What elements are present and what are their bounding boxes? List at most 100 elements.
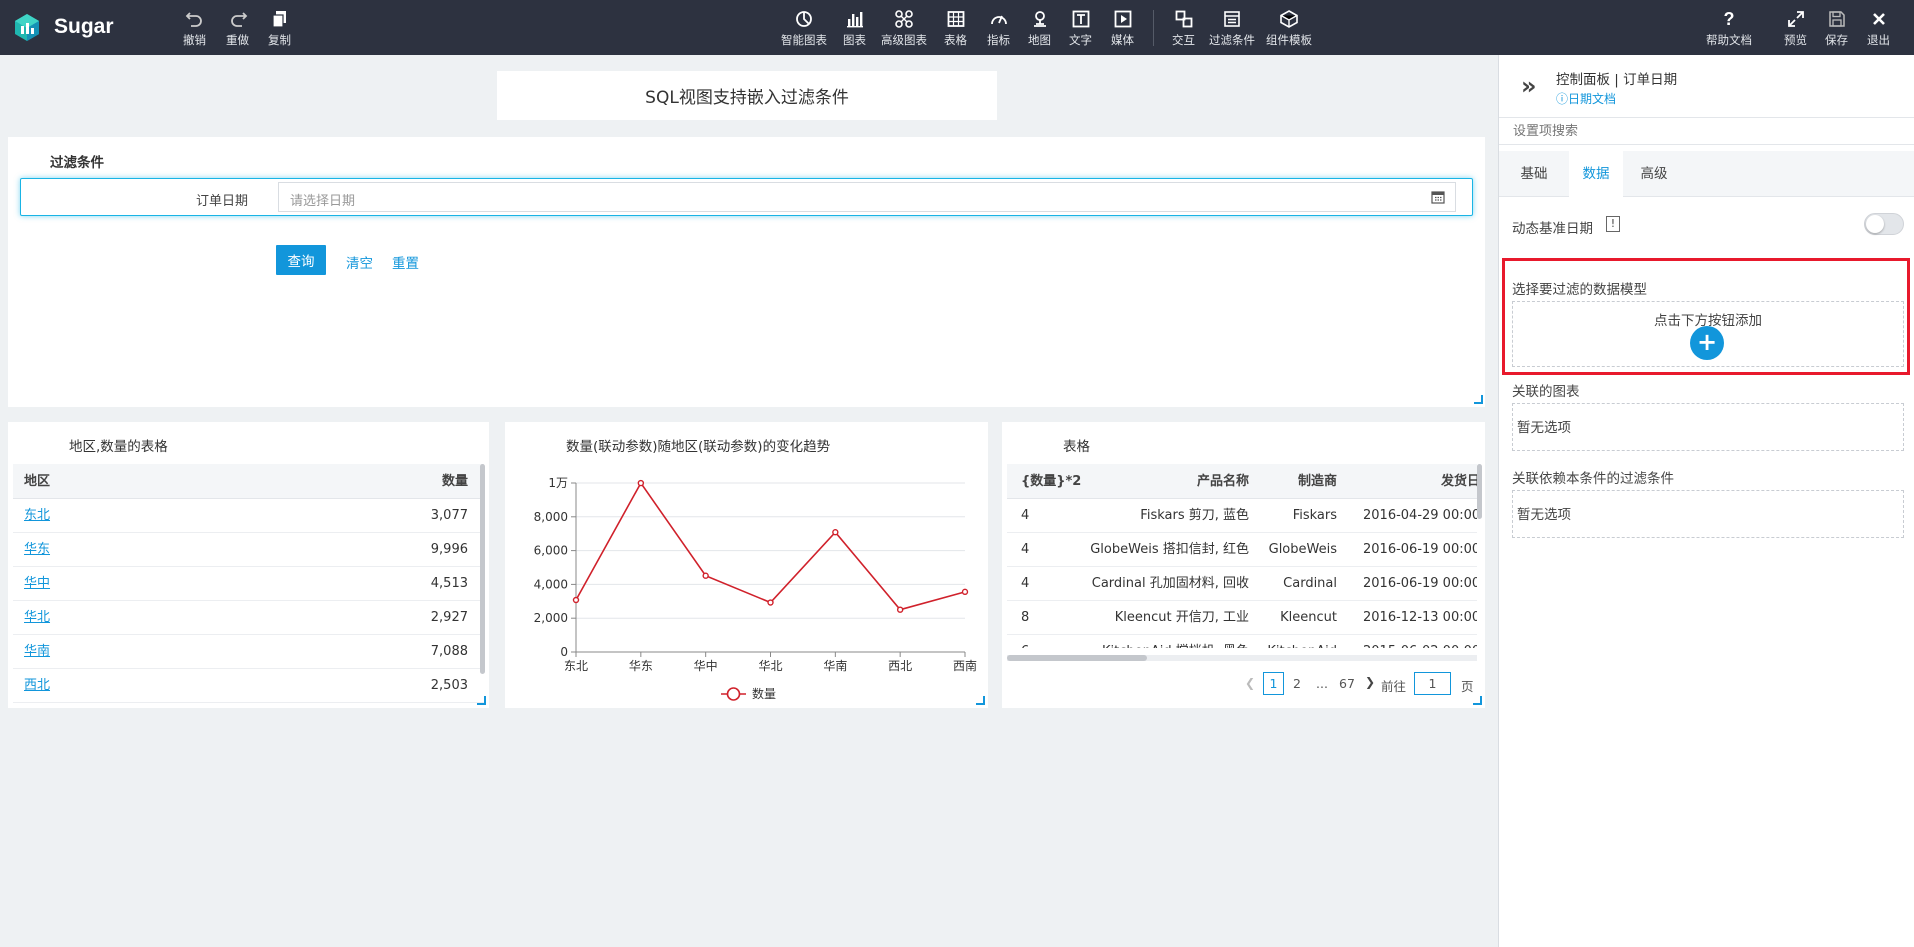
related-charts-empty: 暂无选项 xyxy=(1517,420,1571,436)
data-point xyxy=(896,606,904,613)
smart-chart-icon xyxy=(796,11,812,27)
prev-page-icon[interactable]: ❮ xyxy=(1245,676,1255,690)
region-link[interactable]: 华中 xyxy=(24,567,50,601)
redo-icon xyxy=(230,12,247,27)
top-toolbar: Sugar 撤销 重做 复制 智能图表 图表 高级图表 表格 指标 地图 文字 xyxy=(0,0,1914,55)
dynamic-date-toggle[interactable] xyxy=(1864,213,1904,235)
text-button[interactable]: 文字 xyxy=(1069,9,1092,48)
region-link[interactable]: 西北 xyxy=(24,669,50,703)
undo-button[interactable]: 撤销 xyxy=(183,9,206,48)
qty-cell: 4 xyxy=(1021,576,1030,591)
preview-button[interactable]: 预览 xyxy=(1784,9,1807,48)
dependent-filters-box[interactable]: 暂无选项 xyxy=(1512,490,1904,538)
map-button[interactable]: 地图 xyxy=(1028,9,1051,48)
exit-button[interactable]: 退出 xyxy=(1867,9,1890,48)
horizontal-scrollbar-thumb[interactable] xyxy=(1007,655,1147,661)
date-doc-link[interactable]: ⓘ日期文档 xyxy=(1556,90,1616,107)
x-tick-label: 西北 xyxy=(888,659,912,673)
gauge-icon xyxy=(990,15,1007,25)
advanced-chart-button[interactable]: 高级图表 xyxy=(881,9,927,48)
component-template-button[interactable]: 组件模板 xyxy=(1266,9,1312,48)
product-cell: Cardinal 孔加固材料, 回收 xyxy=(1091,576,1249,591)
qty-cell: 4 xyxy=(1021,508,1030,523)
filter-title: 过滤条件 xyxy=(50,155,104,171)
product-cell: KitchenAid 搅拌机, 黑色 xyxy=(1102,635,1249,648)
column-header[interactable]: 数量 xyxy=(442,464,468,499)
goto-page-input[interactable]: 1 xyxy=(1414,672,1451,695)
sugar-logo-icon xyxy=(15,14,39,41)
dependent-filters-empty: 暂无选项 xyxy=(1517,507,1571,523)
region-quantity-table-card[interactable]: 地区,数量的表格 地区 数量 东北 3,077 华东 9,996 华中 4,51… xyxy=(8,422,489,708)
settings-search[interactable] xyxy=(1499,117,1914,145)
copy-button[interactable]: 复制 xyxy=(268,9,291,48)
save-button[interactable]: 保存 xyxy=(1825,9,1848,48)
template-icon xyxy=(1280,10,1298,28)
media-button[interactable]: 媒体 xyxy=(1111,9,1134,48)
clear-button[interactable]: 清空 xyxy=(346,252,373,272)
detail-table-card[interactable]: 表格 {数量}*2 产品名称 制造商 发货日 4 Fiskars 剪刀, 蓝色 … xyxy=(1002,422,1485,708)
filter-condition-button[interactable]: 过滤条件 xyxy=(1209,9,1255,48)
table-row: 西北 2,503 xyxy=(13,669,484,703)
vertical-scrollbar[interactable] xyxy=(480,464,485,674)
close-icon xyxy=(1872,13,1885,25)
related-charts-box[interactable]: 暂无选项 xyxy=(1512,403,1904,451)
region-link[interactable]: 华南 xyxy=(24,635,50,669)
help-doc-button[interactable]: ? 帮助文档 xyxy=(1706,9,1752,48)
text-icon xyxy=(1072,10,1089,28)
resize-handle[interactable] xyxy=(976,696,985,705)
series-line xyxy=(575,481,966,611)
column-header[interactable]: 发货日 xyxy=(1441,464,1477,499)
table-row: 4 GlobeWeis 搭扣信封, 红色 GlobeWeis 2016-06-1… xyxy=(1007,533,1477,567)
column-header[interactable]: 产品名称 xyxy=(1197,464,1249,499)
doc-link-text: 日期文档 xyxy=(1568,92,1617,106)
page-title[interactable]: SQL视图支持嵌入过滤条件 xyxy=(497,71,997,120)
smart-chart-button[interactable]: 智能图表 xyxy=(781,9,827,48)
tab-basic[interactable]: 基础 xyxy=(1499,151,1569,197)
filter-panel[interactable]: 过滤条件 订单日期 请选择日期 查询 清空 重置 xyxy=(8,137,1485,407)
ship-date-cell: 2016-12-13 00:00 xyxy=(1363,610,1477,625)
metric-button[interactable]: 指标 xyxy=(987,9,1010,48)
next-page-icon[interactable]: ❯ xyxy=(1365,675,1375,689)
redo-button[interactable]: 重做 xyxy=(226,9,249,48)
data-point xyxy=(767,599,774,606)
vertical-scrollbar[interactable] xyxy=(1477,464,1482,519)
date-picker-input[interactable]: 请选择日期 xyxy=(278,182,1456,212)
toggle-knob xyxy=(1866,215,1884,233)
resize-handle[interactable] xyxy=(1473,696,1482,705)
region-link[interactable]: 东北 xyxy=(24,499,50,533)
calendar-icon[interactable] xyxy=(1431,190,1445,204)
reset-button[interactable]: 重置 xyxy=(392,252,419,272)
tab-advanced[interactable]: 高级 xyxy=(1623,151,1685,197)
x-tick-label: 华东 xyxy=(629,659,653,673)
y-tick-label: 8,000 xyxy=(534,510,568,524)
resize-handle[interactable] xyxy=(477,696,486,705)
table-header-row: 地区 数量 xyxy=(13,464,484,499)
column-header[interactable]: 地区 xyxy=(24,464,50,499)
toolbar-divider xyxy=(1153,10,1154,46)
region-link[interactable]: 华东 xyxy=(24,533,50,567)
column-header[interactable]: 制造商 xyxy=(1298,464,1337,499)
date-filter-row[interactable]: 订单日期 请选择日期 xyxy=(20,178,1473,216)
region-link[interactable]: 华北 xyxy=(24,601,50,635)
page-button-active[interactable]: 1 xyxy=(1263,672,1284,695)
order-date-label: 订单日期 xyxy=(196,194,249,209)
settings-search-input[interactable] xyxy=(1499,118,1914,144)
maker-cell: KitchenAid xyxy=(1267,635,1337,648)
table-button[interactable]: 表格 xyxy=(944,9,967,48)
table-row: 6 KitchenAid 搅拌机, 黑色 KitchenAid 2015-06-… xyxy=(1007,635,1477,648)
resize-handle[interactable] xyxy=(1474,395,1483,404)
column-header[interactable]: {数量}*2 xyxy=(1021,464,1081,499)
page-button[interactable]: 2 xyxy=(1293,676,1301,691)
add-data-model-button[interactable]: + xyxy=(1690,326,1724,360)
chart-button[interactable]: 图表 xyxy=(843,9,866,48)
collapse-panel-icon[interactable]: » xyxy=(1521,72,1537,100)
query-button[interactable]: 查询 xyxy=(276,245,326,275)
qty-cell: 4 xyxy=(1021,542,1030,557)
info-icon[interactable]: ! xyxy=(1606,216,1620,232)
line-chart: 0 2,000 4,000 6,000 8,000 1万东北 华东 华中 华北 华南 西北 西南数量 xyxy=(534,476,977,701)
page-ellipsis[interactable]: ... xyxy=(1316,676,1328,691)
tab-data[interactable]: 数据 xyxy=(1569,151,1623,197)
page-button[interactable]: 67 xyxy=(1339,676,1355,691)
line-chart-card[interactable]: 数量(联动参数)随地区(联动参数)的变化趋势 0 2,000 4,000 6,000 8… xyxy=(505,422,988,708)
interaction-button[interactable]: 交互 xyxy=(1172,9,1195,48)
